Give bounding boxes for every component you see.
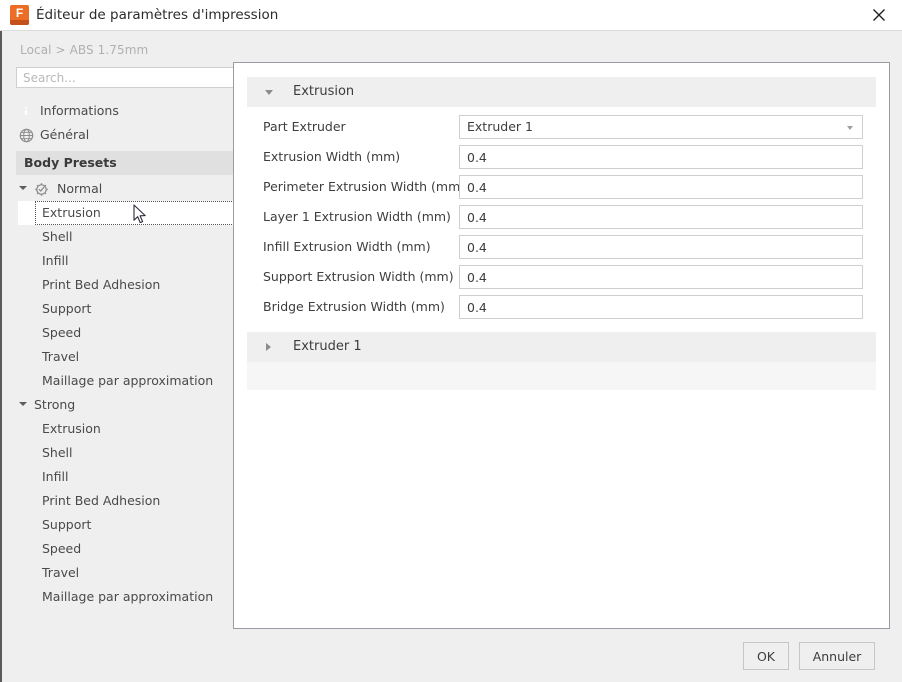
ok-button[interactable]: OK [743,642,789,670]
section-title: Extrusion [293,84,355,99]
chevron-down-icon [847,126,853,130]
window-title: Éditeur de paramètres d'impression [36,7,279,23]
sidebar-item-travel-normal[interactable]: Travel [2,345,232,369]
sidebar-section-body-presets: Body Presets [2,151,234,175]
chevron-right-icon[interactable] [266,343,271,351]
sidebar-item-label: Shell [42,229,73,244]
cancel-button[interactable]: Annuler [799,642,875,670]
support-extrusion-width-input[interactable] [459,265,863,289]
sidebar-group-label: Strong [34,397,76,412]
part-extruder-value: Extruder 1 [467,119,533,134]
search-input[interactable] [16,67,234,88]
field-row-perimeter-extrusion-width: Perimeter Extrusion Width (mm) [234,172,889,202]
app-icon-letter: F [15,6,24,20]
sidebar-item-speed-normal[interactable]: Speed [2,321,232,345]
sidebar-item-label: Maillage par approximation [42,589,214,604]
perimeter-extrusion-width-input[interactable] [459,175,863,199]
sidebar-item-label: Print Bed Adhesion [42,277,161,292]
field-label: Support Extrusion Width (mm) [263,269,454,284]
field-label: Infill Extrusion Width (mm) [263,239,431,254]
sidebar-group-label: Normal [57,181,103,196]
section-header-extrusion[interactable]: Extrusion [247,77,876,107]
sidebar-item-label: Support [42,301,92,316]
sidebar-item-label: Travel [42,349,80,364]
info-icon [19,103,35,119]
sidebar-item-speed-strong[interactable]: Speed [2,537,232,561]
layer1-extrusion-width-input[interactable] [459,205,863,229]
sidebar-group-normal[interactable]: Normal [2,177,232,201]
close-icon [873,9,885,21]
sidebar-item-extrusion-strong[interactable]: Extrusion [2,417,232,441]
sidebar-item-infill-strong[interactable]: Infill [2,465,232,489]
field-row-extrusion-width: Extrusion Width (mm) [234,142,889,172]
globe-icon [19,127,35,143]
sidebar-item-shell-normal[interactable]: Shell [2,225,232,249]
sidebar-item-maillage-strong[interactable]: Maillage par approximation [2,585,232,609]
field-label: Extrusion Width (mm) [263,149,401,164]
section-title: Extruder 1 [293,339,362,354]
extrusion-fields: Part Extruder Extruder 1 Extrusion Width… [234,112,889,322]
sidebar-item-label: Shell [42,445,73,460]
field-row-bridge-extrusion-width: Bridge Extrusion Width (mm) [234,292,889,322]
field-label: Perimeter Extrusion Width (mm) [263,179,466,194]
field-row-support-extrusion-width: Support Extrusion Width (mm) [234,262,889,292]
panel-filler [247,362,876,390]
title-bar: F Éditeur de paramètres d'impression [0,0,902,31]
sidebar-item-label: Maillage par approximation [42,373,214,388]
close-button[interactable] [856,0,902,30]
sidebar-section-label: Body Presets [24,155,117,170]
sidebar-item-support-strong[interactable]: Support [2,513,232,537]
sidebar-item-label: Infill [42,469,69,484]
sidebar-item-general[interactable]: Général [2,123,232,147]
sidebar-item-label: Travel [42,565,80,580]
sidebar-item-extrusion-normal[interactable]: Extrusion [2,201,234,225]
sidebar-item-informations[interactable]: Informations [2,99,232,123]
sidebar-item-label: Print Bed Adhesion [42,493,161,508]
sidebar-item-label: Général [40,127,90,142]
bridge-extrusion-width-input[interactable] [459,295,863,319]
sidebar-item-label: Infill [42,253,69,268]
settings-content-panel: Extrusion Part Extruder Extruder 1 Extru… [233,62,890,629]
field-row-part-extruder: Part Extruder Extruder 1 [234,112,889,142]
sidebar-item-travel-strong[interactable]: Travel [2,561,232,585]
sidebar-item-label: Support [42,517,92,532]
sidebar-item-print-bed-adhesion-strong[interactable]: Print Bed Adhesion [2,489,232,513]
sidebar: Local > ABS 1.75mm Informations Général [2,31,234,682]
field-label: Bridge Extrusion Width (mm) [263,299,445,314]
sidebar-item-label: Extrusion [42,421,101,436]
sidebar-item-label: Speed [42,325,82,340]
extrusion-width-input[interactable] [459,145,863,169]
sidebar-item-infill-normal[interactable]: Infill [2,249,232,273]
sidebar-item-maillage-normal[interactable]: Maillage par approximation [2,369,232,393]
chevron-down-icon[interactable] [265,90,273,95]
sidebar-item-label: Informations [40,103,119,118]
infill-extrusion-width-input[interactable] [459,235,863,259]
section-header-extruder-1[interactable]: Extruder 1 [247,332,876,362]
sidebar-item-label: Speed [42,541,82,556]
sidebar-item-shell-strong[interactable]: Shell [2,441,232,465]
chevron-down-icon[interactable] [19,402,27,406]
breadcrumb: Local > ABS 1.75mm [20,43,149,57]
field-label: Part Extruder [263,119,346,134]
sidebar-item-label: Extrusion [42,205,101,220]
sidebar-group-strong[interactable]: Strong [2,393,232,417]
sidebar-item-print-bed-adhesion-normal[interactable]: Print Bed Adhesion [2,273,232,297]
chevron-down-icon[interactable] [19,186,27,190]
dialog-footer: OK Annuler [0,632,902,682]
sidebar-item-support-normal[interactable]: Support [2,297,232,321]
field-label: Layer 1 Extrusion Width (mm) [263,209,451,224]
fusion-app-icon: F [10,5,29,25]
gear-check-icon [34,181,50,197]
part-extruder-select[interactable]: Extruder 1 [459,115,863,139]
sidebar-nav: Informations Général Body Presets Normal… [2,99,234,609]
field-row-infill-extrusion-width: Infill Extrusion Width (mm) [234,232,889,262]
field-row-layer1-extrusion-width: Layer 1 Extrusion Width (mm) [234,202,889,232]
